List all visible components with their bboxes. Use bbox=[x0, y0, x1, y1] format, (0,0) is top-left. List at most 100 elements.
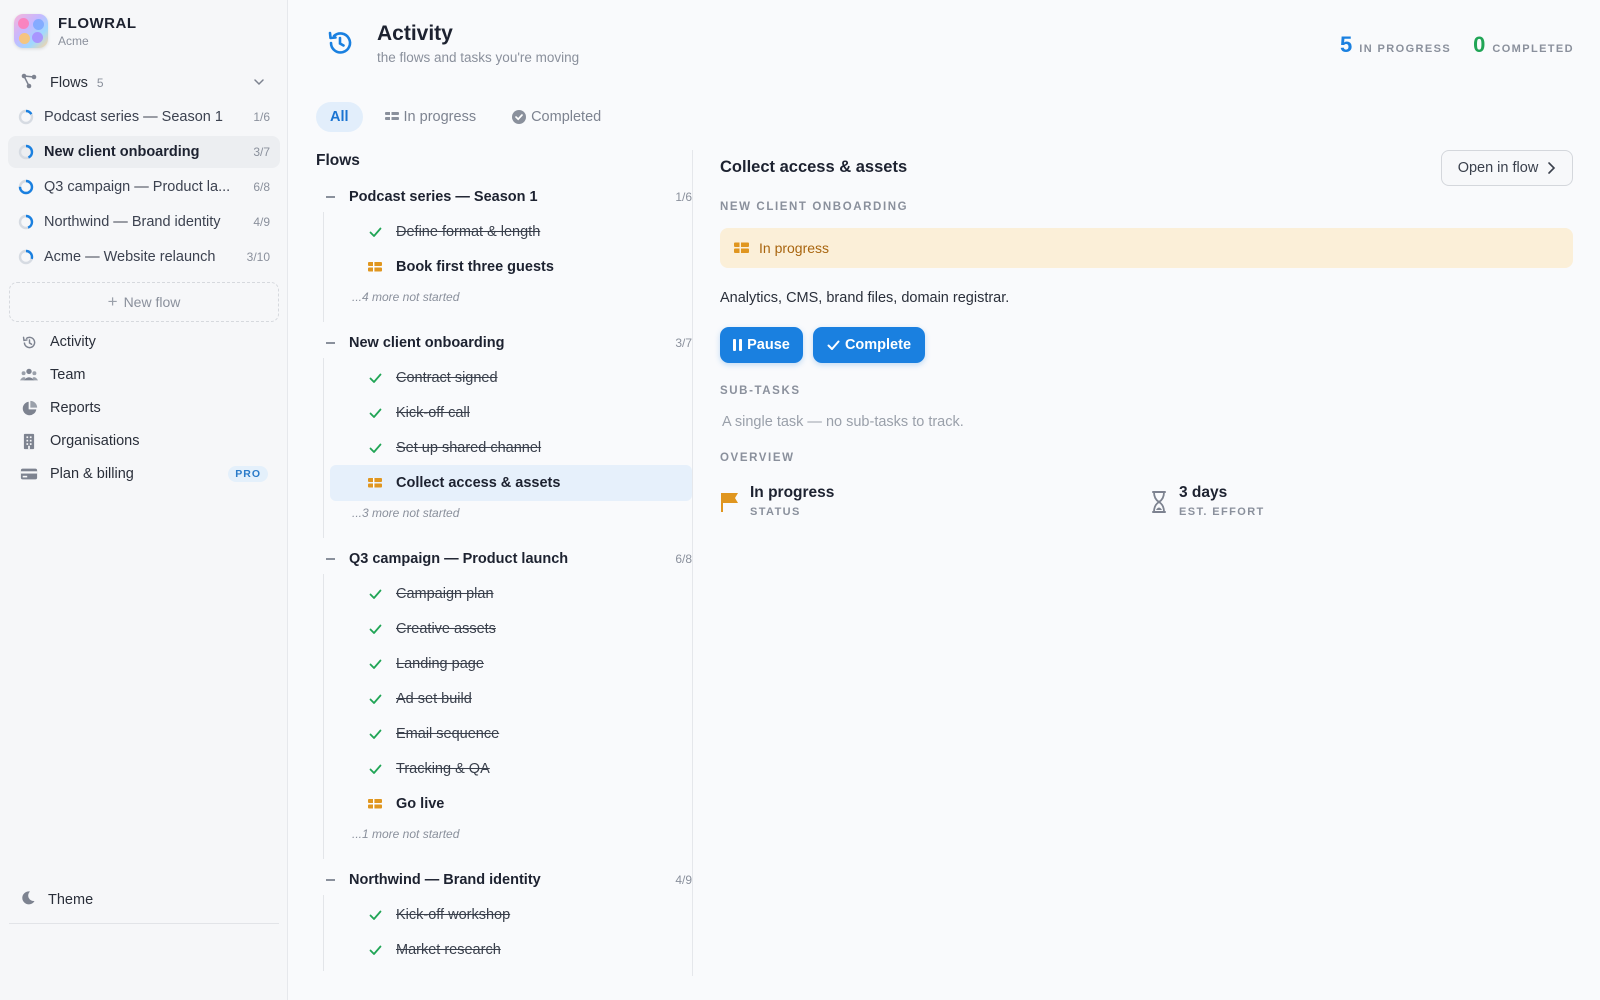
tab-all[interactable]: All bbox=[316, 102, 363, 132]
sidebar-flow-item[interactable]: New client onboarding 3/7 bbox=[8, 136, 280, 168]
sidebar-divider bbox=[9, 923, 279, 924]
progress-ring-icon bbox=[18, 249, 34, 265]
page-subtitle: the flows and tasks you're moving bbox=[377, 50, 580, 65]
flows-column: Flows Podcast series — Season 1 1/6 Define… bbox=[316, 146, 692, 976]
new-flow-button[interactable]: + New flow bbox=[9, 282, 279, 322]
flow-group-progress: 6/8 bbox=[675, 552, 692, 566]
overview-status-value: In progress bbox=[750, 484, 835, 501]
in-progress-label: IN PROGRESS bbox=[1359, 43, 1452, 55]
check-icon bbox=[368, 762, 382, 776]
pie-chart-icon bbox=[20, 399, 38, 417]
check-icon bbox=[368, 943, 382, 957]
overview-status-label: STATUS bbox=[750, 506, 801, 518]
collapse-icon[interactable] bbox=[326, 558, 335, 560]
sidebar-flow-progress: 4/9 bbox=[253, 215, 270, 229]
tab-in-progress[interactable]: In progress bbox=[371, 102, 491, 132]
check-icon bbox=[368, 657, 382, 671]
sidebar-flow-progress: 3/10 bbox=[246, 250, 270, 264]
flow-group-progress: 1/6 bbox=[675, 190, 692, 204]
nav-organisations[interactable]: Organisations bbox=[8, 426, 280, 456]
task-row[interactable]: Go live bbox=[330, 786, 692, 822]
nav-team[interactable]: Team bbox=[8, 360, 280, 390]
hourglass-icon bbox=[1149, 490, 1169, 514]
task-name: Tracking & QA bbox=[396, 761, 490, 777]
task-row[interactable]: Landing page bbox=[330, 646, 692, 682]
task-row[interactable]: Market research bbox=[330, 932, 692, 968]
completed-label: COMPLETED bbox=[1492, 43, 1574, 55]
task-row[interactable]: Email sequence bbox=[330, 716, 692, 752]
pause-button[interactable]: Pause bbox=[720, 327, 803, 363]
history-icon bbox=[20, 333, 38, 351]
collapse-icon[interactable] bbox=[326, 879, 335, 881]
task-row[interactable]: Define format & length bbox=[330, 214, 692, 250]
flow-group-header[interactable]: Podcast series — Season 1 1/6 bbox=[316, 186, 692, 208]
more-not-started: ...1 more not started bbox=[352, 827, 460, 841]
column-divider bbox=[692, 150, 693, 976]
more-not-started: ...4 more not started bbox=[352, 290, 460, 304]
open-in-flow-button[interactable]: Open in flow bbox=[1441, 150, 1573, 186]
task-row[interactable]: Book first three guests bbox=[330, 249, 692, 285]
check-icon bbox=[368, 727, 382, 741]
app-name: FLOWRAL bbox=[58, 14, 137, 32]
nav-label: Reports bbox=[50, 400, 101, 416]
sidebar-flow-item[interactable]: Q3 campaign — Product la... 6/8 bbox=[8, 171, 280, 203]
task-row[interactable]: Ad set build bbox=[330, 681, 692, 717]
task-row[interactable]: Contract signed bbox=[330, 360, 692, 396]
check-icon bbox=[827, 340, 840, 351]
nav-plan-billing[interactable]: Plan & billing PRO bbox=[8, 459, 280, 489]
flow-group-header[interactable]: Q3 campaign — Product launch 6/8 bbox=[316, 548, 692, 570]
sidebar: FLOWRAL Acme Flows 5 Podcast series — Se… bbox=[0, 0, 288, 1000]
complete-button[interactable]: Complete bbox=[813, 327, 925, 363]
task-name: Contract signed bbox=[396, 370, 498, 386]
progress-ring-icon bbox=[18, 144, 34, 160]
task-name: Creative assets bbox=[396, 621, 496, 637]
flow-group-name: Q3 campaign — Product launch bbox=[349, 551, 569, 567]
sidebar-flow-name: Podcast series — Season 1 bbox=[44, 109, 223, 125]
filter-tabs: All In progress Completed bbox=[316, 102, 623, 132]
nav-reports[interactable]: Reports bbox=[8, 393, 280, 423]
moon-icon bbox=[20, 890, 36, 911]
check-icon bbox=[368, 908, 382, 922]
flows-heading: Flows bbox=[316, 152, 360, 169]
check-circle-icon bbox=[512, 110, 527, 124]
tab-completed[interactable]: Completed bbox=[498, 102, 615, 132]
task-row[interactable]: Set up shared channel bbox=[330, 430, 692, 466]
complete-label: Complete bbox=[844, 337, 912, 353]
task-row[interactable]: Tracking & QA bbox=[330, 751, 692, 787]
group-rail bbox=[323, 358, 324, 538]
theme-toggle[interactable]: Theme bbox=[8, 885, 280, 915]
sidebar-flow-item[interactable]: Podcast series — Season 1 1/6 bbox=[8, 101, 280, 133]
task-row[interactable]: Creative assets bbox=[330, 611, 692, 647]
flow-group-name: Podcast series — Season 1 bbox=[349, 189, 538, 205]
theme-label: Theme bbox=[48, 892, 94, 908]
task-name: Market research bbox=[396, 942, 501, 958]
org-name: Acme bbox=[58, 33, 89, 48]
collapse-icon[interactable] bbox=[326, 196, 335, 198]
flow-group-header[interactable]: Northwind — Brand identity 4/9 bbox=[316, 869, 692, 891]
check-icon bbox=[368, 371, 382, 385]
task-row[interactable]: Collect access & assets bbox=[330, 465, 692, 501]
sidebar-flow-item[interactable]: Acme — Website relaunch 3/10 bbox=[8, 241, 280, 273]
brand[interactable]: FLOWRAL Acme bbox=[14, 14, 136, 48]
task-row[interactable]: Campaign plan bbox=[330, 576, 692, 612]
nav-activity[interactable]: Activity bbox=[8, 327, 280, 357]
in-progress-count: 5 bbox=[1340, 32, 1353, 57]
in-progress-icon bbox=[368, 260, 382, 274]
sidebar-flow-name: Q3 campaign — Product la... bbox=[44, 179, 231, 195]
in-progress-icon bbox=[384, 111, 399, 123]
task-row[interactable]: Kick-off workshop bbox=[330, 897, 692, 933]
flow-group-progress: 3/7 bbox=[675, 336, 692, 350]
nav-label: Team bbox=[50, 367, 86, 383]
task-name: Book first three guests bbox=[396, 259, 554, 275]
sidebar-flow-item[interactable]: Northwind — Brand identity 4/9 bbox=[8, 206, 280, 238]
check-icon bbox=[368, 406, 382, 420]
flow-group-header[interactable]: New client onboarding 3/7 bbox=[316, 332, 692, 354]
subtasks-empty-text: A single task — no sub-tasks to track. bbox=[722, 414, 964, 430]
sidebar-flow-name: Northwind — Brand identity bbox=[44, 214, 221, 230]
task-row[interactable]: Kick-off call bbox=[330, 395, 692, 431]
overview-label: OVERVIEW bbox=[720, 452, 795, 464]
chevron-down-icon bbox=[252, 75, 266, 94]
flows-section-toggle[interactable]: Flows 5 bbox=[8, 68, 280, 98]
progress-ring-icon bbox=[18, 214, 34, 230]
collapse-icon[interactable] bbox=[326, 342, 335, 344]
